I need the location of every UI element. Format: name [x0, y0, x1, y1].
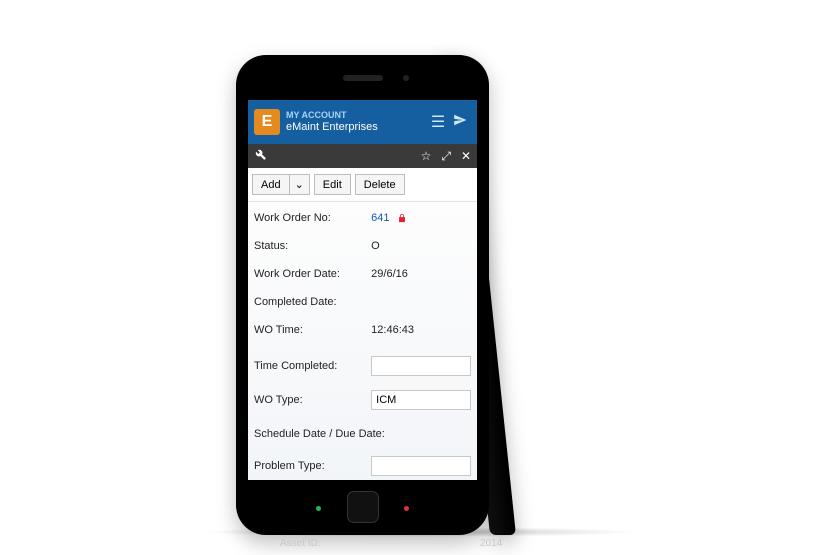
my-account-label: MY ACCOUNT: [286, 110, 427, 121]
row-time-completed: Time Completed:: [254, 352, 471, 380]
input-wo-type[interactable]: [371, 390, 471, 410]
value-work-order-no[interactable]: 641: [371, 212, 471, 224]
row-work-order-no: Work Order No: 641: [254, 204, 471, 232]
input-time-completed[interactable]: [371, 356, 471, 376]
add-dropdown-button[interactable]: ⌄: [289, 174, 310, 195]
label-wo-type: WO Type:: [254, 394, 371, 406]
value-wo-date: 29/6/16: [371, 268, 471, 280]
close-icon[interactable]: ✕: [461, 149, 471, 163]
label-wo-date: Work Order Date:: [254, 268, 371, 280]
ghost-value: 2014: [480, 538, 502, 549]
row-problem-type: Problem Type:: [254, 452, 471, 480]
row-wo-date: Work Order Date: 29/6/16: [254, 260, 471, 288]
label-completed-date: Completed Date:: [254, 296, 371, 308]
label-problem-type: Problem Type:: [254, 460, 371, 472]
work-order-form: Work Order No: 641 Status: O Work Order …: [248, 202, 477, 480]
phone-earpiece: [343, 75, 383, 81]
add-button[interactable]: Add: [252, 174, 290, 195]
work-order-no-text: 641: [371, 212, 389, 224]
edit-button[interactable]: Edit: [314, 174, 351, 195]
label-work-order-no: Work Order No:: [254, 212, 371, 224]
label-wo-time: WO Time:: [254, 324, 371, 336]
phone-camera: [403, 75, 409, 81]
menu-icon[interactable]: ☰: [427, 112, 449, 132]
ghost-label: Asset ID:: [280, 538, 321, 549]
value-wo-time: 12:46:43: [371, 324, 471, 336]
expand-icon[interactable]: ⤢: [441, 149, 451, 164]
delete-button[interactable]: Delete: [355, 174, 405, 195]
row-wo-time: WO Time: 12:46:43: [254, 316, 471, 344]
row-completed-date: Completed Date:: [254, 288, 471, 316]
row-wo-type: WO Type:: [254, 386, 471, 414]
phone-frame: E MY ACCOUNT eMaint Enterprises ☰ ☆ ⤢ ✕: [236, 55, 489, 535]
header-titles: MY ACCOUNT eMaint Enterprises: [286, 110, 427, 134]
row-schedule-due: Schedule Date / Due Date:: [254, 420, 471, 448]
label-schedule-due: Schedule Date / Due Date:: [254, 428, 471, 440]
app-screen: E MY ACCOUNT eMaint Enterprises ☰ ☆ ⤢ ✕: [248, 100, 477, 480]
emaint-logo: E: [254, 109, 280, 135]
star-icon[interactable]: ☆: [421, 149, 432, 163]
locate-icon[interactable]: [449, 113, 471, 132]
label-status: Status:: [254, 240, 371, 252]
input-problem-type[interactable]: [371, 456, 471, 476]
row-status: Status: O: [254, 232, 471, 260]
label-time-completed: Time Completed:: [254, 360, 371, 372]
home-button[interactable]: [347, 491, 379, 523]
company-name: eMaint Enterprises: [286, 121, 427, 134]
app-header: E MY ACCOUNT eMaint Enterprises ☰: [248, 100, 477, 144]
led-green: [316, 506, 321, 511]
value-status: O: [371, 240, 471, 252]
lock-icon: [397, 213, 407, 223]
toolbar: ☆ ⤢ ✕: [248, 144, 477, 168]
action-bar: Add ⌄ Edit Delete: [248, 168, 477, 202]
led-red: [404, 506, 409, 511]
wrench-icon[interactable]: [254, 148, 267, 164]
